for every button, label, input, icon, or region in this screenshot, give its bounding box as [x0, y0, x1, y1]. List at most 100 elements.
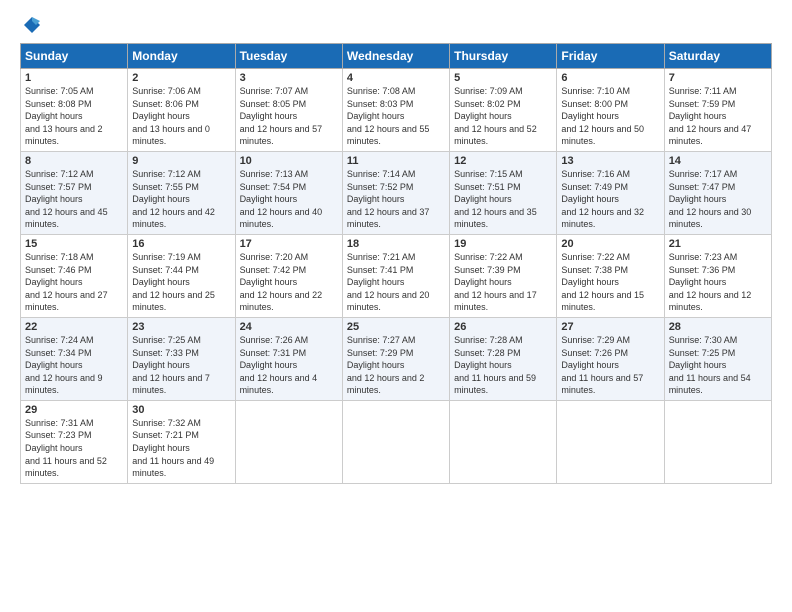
- calendar-header-row: Sunday Monday Tuesday Wednesday Thursday…: [21, 44, 772, 69]
- day-number: 15: [25, 238, 123, 250]
- calendar-week-row: 22 Sunrise: 7:24 AM Sunset: 7:34 PM Dayl…: [21, 317, 772, 400]
- day-info: Sunrise: 7:21 AM Sunset: 7:41 PM Dayligh…: [347, 251, 445, 314]
- day-number: 10: [240, 155, 338, 167]
- calendar-day-cell: 25 Sunrise: 7:27 AM Sunset: 7:29 PM Dayl…: [342, 317, 449, 400]
- calendar-day-cell: 14 Sunrise: 7:17 AM Sunset: 7:47 PM Dayl…: [664, 151, 771, 234]
- calendar-day-cell: 29 Sunrise: 7:31 AM Sunset: 7:23 PM Dayl…: [21, 400, 128, 483]
- day-info: Sunrise: 7:07 AM Sunset: 8:05 PM Dayligh…: [240, 85, 338, 148]
- calendar-day-cell: 24 Sunrise: 7:26 AM Sunset: 7:31 PM Dayl…: [235, 317, 342, 400]
- calendar-day-cell: 30 Sunrise: 7:32 AM Sunset: 7:21 PM Dayl…: [128, 400, 235, 483]
- day-info: Sunrise: 7:20 AM Sunset: 7:42 PM Dayligh…: [240, 251, 338, 314]
- calendar-day-cell: 2 Sunrise: 7:06 AM Sunset: 8:06 PM Dayli…: [128, 69, 235, 152]
- col-monday: Monday: [128, 44, 235, 69]
- calendar-day-cell: 27 Sunrise: 7:29 AM Sunset: 7:26 PM Dayl…: [557, 317, 664, 400]
- day-number: 7: [669, 72, 767, 84]
- col-tuesday: Tuesday: [235, 44, 342, 69]
- day-info: Sunrise: 7:22 AM Sunset: 7:39 PM Dayligh…: [454, 251, 552, 314]
- calendar-day-cell: 8 Sunrise: 7:12 AM Sunset: 7:57 PM Dayli…: [21, 151, 128, 234]
- calendar-week-row: 15 Sunrise: 7:18 AM Sunset: 7:46 PM Dayl…: [21, 234, 772, 317]
- calendar-day-cell: 20 Sunrise: 7:22 AM Sunset: 7:38 PM Dayl…: [557, 234, 664, 317]
- day-info: Sunrise: 7:15 AM Sunset: 7:51 PM Dayligh…: [454, 168, 552, 231]
- day-number: 1: [25, 72, 123, 84]
- calendar-day-cell: [342, 400, 449, 483]
- day-info: Sunrise: 7:13 AM Sunset: 7:54 PM Dayligh…: [240, 168, 338, 231]
- day-number: 20: [561, 238, 659, 250]
- calendar-day-cell: 28 Sunrise: 7:30 AM Sunset: 7:25 PM Dayl…: [664, 317, 771, 400]
- day-number: 16: [132, 238, 230, 250]
- day-number: 23: [132, 321, 230, 333]
- day-number: 28: [669, 321, 767, 333]
- calendar-day-cell: 3 Sunrise: 7:07 AM Sunset: 8:05 PM Dayli…: [235, 69, 342, 152]
- day-number: 11: [347, 155, 445, 167]
- day-number: 18: [347, 238, 445, 250]
- calendar-day-cell: 13 Sunrise: 7:16 AM Sunset: 7:49 PM Dayl…: [557, 151, 664, 234]
- day-info: Sunrise: 7:28 AM Sunset: 7:28 PM Dayligh…: [454, 334, 552, 397]
- calendar-week-row: 1 Sunrise: 7:05 AM Sunset: 8:08 PM Dayli…: [21, 69, 772, 152]
- col-saturday: Saturday: [664, 44, 771, 69]
- day-number: 22: [25, 321, 123, 333]
- day-info: Sunrise: 7:23 AM Sunset: 7:36 PM Dayligh…: [669, 251, 767, 314]
- day-info: Sunrise: 7:30 AM Sunset: 7:25 PM Dayligh…: [669, 334, 767, 397]
- calendar-day-cell: 18 Sunrise: 7:21 AM Sunset: 7:41 PM Dayl…: [342, 234, 449, 317]
- calendar-day-cell: 1 Sunrise: 7:05 AM Sunset: 8:08 PM Dayli…: [21, 69, 128, 152]
- calendar-day-cell: 6 Sunrise: 7:10 AM Sunset: 8:00 PM Dayli…: [557, 69, 664, 152]
- calendar-day-cell: 5 Sunrise: 7:09 AM Sunset: 8:02 PM Dayli…: [450, 69, 557, 152]
- day-number: 17: [240, 238, 338, 250]
- day-number: 9: [132, 155, 230, 167]
- day-info: Sunrise: 7:19 AM Sunset: 7:44 PM Dayligh…: [132, 251, 230, 314]
- day-number: 6: [561, 72, 659, 84]
- calendar-week-row: 8 Sunrise: 7:12 AM Sunset: 7:57 PM Dayli…: [21, 151, 772, 234]
- calendar-day-cell: [557, 400, 664, 483]
- calendar-day-cell: 26 Sunrise: 7:28 AM Sunset: 7:28 PM Dayl…: [450, 317, 557, 400]
- calendar-day-cell: 21 Sunrise: 7:23 AM Sunset: 7:36 PM Dayl…: [664, 234, 771, 317]
- day-number: 25: [347, 321, 445, 333]
- calendar-day-cell: [450, 400, 557, 483]
- day-number: 13: [561, 155, 659, 167]
- day-info: Sunrise: 7:25 AM Sunset: 7:33 PM Dayligh…: [132, 334, 230, 397]
- day-info: Sunrise: 7:10 AM Sunset: 8:00 PM Dayligh…: [561, 85, 659, 148]
- day-info: Sunrise: 7:29 AM Sunset: 7:26 PM Dayligh…: [561, 334, 659, 397]
- col-wednesday: Wednesday: [342, 44, 449, 69]
- calendar-day-cell: 17 Sunrise: 7:20 AM Sunset: 7:42 PM Dayl…: [235, 234, 342, 317]
- calendar-day-cell: [664, 400, 771, 483]
- calendar-page: Sunday Monday Tuesday Wednesday Thursday…: [0, 0, 792, 612]
- day-number: 26: [454, 321, 552, 333]
- day-number: 19: [454, 238, 552, 250]
- day-info: Sunrise: 7:06 AM Sunset: 8:06 PM Dayligh…: [132, 85, 230, 148]
- calendar-day-cell: 12 Sunrise: 7:15 AM Sunset: 7:51 PM Dayl…: [450, 151, 557, 234]
- calendar-day-cell: [235, 400, 342, 483]
- day-info: Sunrise: 7:17 AM Sunset: 7:47 PM Dayligh…: [669, 168, 767, 231]
- day-info: Sunrise: 7:26 AM Sunset: 7:31 PM Dayligh…: [240, 334, 338, 397]
- col-friday: Friday: [557, 44, 664, 69]
- calendar-day-cell: 22 Sunrise: 7:24 AM Sunset: 7:34 PM Dayl…: [21, 317, 128, 400]
- calendar-day-cell: 10 Sunrise: 7:13 AM Sunset: 7:54 PM Dayl…: [235, 151, 342, 234]
- calendar-day-cell: 9 Sunrise: 7:12 AM Sunset: 7:55 PM Dayli…: [128, 151, 235, 234]
- day-info: Sunrise: 7:24 AM Sunset: 7:34 PM Dayligh…: [25, 334, 123, 397]
- day-info: Sunrise: 7:05 AM Sunset: 8:08 PM Dayligh…: [25, 85, 123, 148]
- day-number: 24: [240, 321, 338, 333]
- page-header: [20, 15, 772, 35]
- calendar-day-cell: 23 Sunrise: 7:25 AM Sunset: 7:33 PM Dayl…: [128, 317, 235, 400]
- col-sunday: Sunday: [21, 44, 128, 69]
- day-number: 12: [454, 155, 552, 167]
- logo-icon: [22, 15, 42, 35]
- calendar-day-cell: 19 Sunrise: 7:22 AM Sunset: 7:39 PM Dayl…: [450, 234, 557, 317]
- day-info: Sunrise: 7:27 AM Sunset: 7:29 PM Dayligh…: [347, 334, 445, 397]
- day-info: Sunrise: 7:32 AM Sunset: 7:21 PM Dayligh…: [132, 417, 230, 480]
- day-number: 29: [25, 404, 123, 416]
- calendar-day-cell: 16 Sunrise: 7:19 AM Sunset: 7:44 PM Dayl…: [128, 234, 235, 317]
- day-info: Sunrise: 7:11 AM Sunset: 7:59 PM Dayligh…: [669, 85, 767, 148]
- day-info: Sunrise: 7:12 AM Sunset: 7:57 PM Dayligh…: [25, 168, 123, 231]
- calendar-day-cell: 4 Sunrise: 7:08 AM Sunset: 8:03 PM Dayli…: [342, 69, 449, 152]
- day-number: 3: [240, 72, 338, 84]
- day-info: Sunrise: 7:18 AM Sunset: 7:46 PM Dayligh…: [25, 251, 123, 314]
- day-number: 30: [132, 404, 230, 416]
- calendar-table: Sunday Monday Tuesday Wednesday Thursday…: [20, 43, 772, 484]
- day-info: Sunrise: 7:22 AM Sunset: 7:38 PM Dayligh…: [561, 251, 659, 314]
- calendar-week-row: 29 Sunrise: 7:31 AM Sunset: 7:23 PM Dayl…: [21, 400, 772, 483]
- day-number: 21: [669, 238, 767, 250]
- day-number: 8: [25, 155, 123, 167]
- day-info: Sunrise: 7:16 AM Sunset: 7:49 PM Dayligh…: [561, 168, 659, 231]
- calendar-day-cell: 7 Sunrise: 7:11 AM Sunset: 7:59 PM Dayli…: [664, 69, 771, 152]
- day-number: 4: [347, 72, 445, 84]
